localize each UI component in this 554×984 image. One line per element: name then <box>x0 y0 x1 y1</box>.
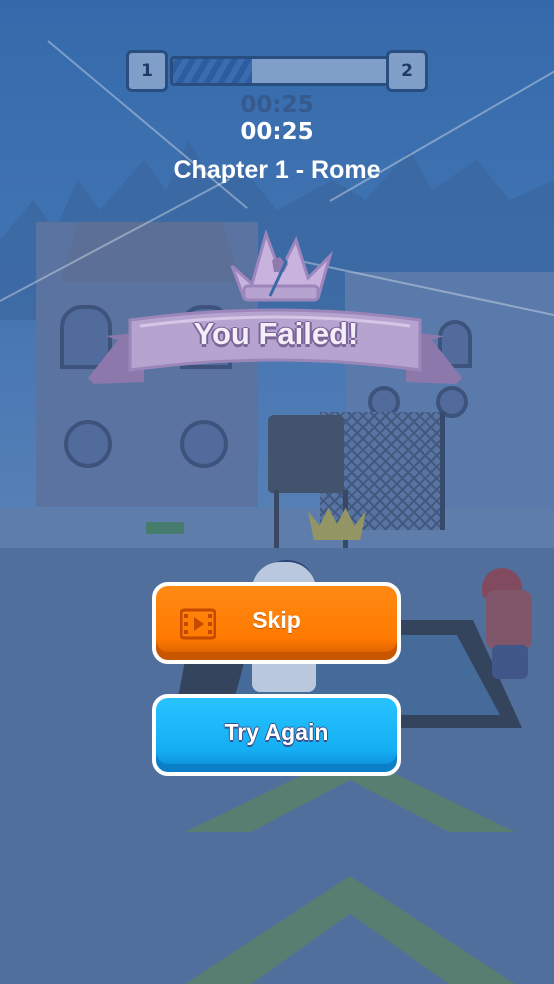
broken-crown-icon <box>230 229 334 302</box>
level-progress: 1 2 <box>126 50 428 92</box>
timer: 00:25 <box>240 119 314 145</box>
skip-label: Skip <box>252 606 301 633</box>
try-again-label: Try Again <box>224 718 329 745</box>
progress-track <box>170 56 390 86</box>
skip-button[interactable]: Skip <box>152 582 401 664</box>
failed-title: You Failed! <box>193 316 359 351</box>
next-level-badge: 2 <box>386 50 428 92</box>
timer-shadow: 00:25 <box>240 92 314 118</box>
chapter-title: Chapter 1 - Rome <box>173 156 381 184</box>
progress-fill <box>173 59 253 83</box>
current-level-badge: 1 <box>126 50 168 92</box>
video-film-icon <box>180 608 216 640</box>
dim-overlay <box>0 0 554 984</box>
try-again-button[interactable]: Try Again <box>152 694 401 776</box>
game-scene <box>0 0 554 984</box>
